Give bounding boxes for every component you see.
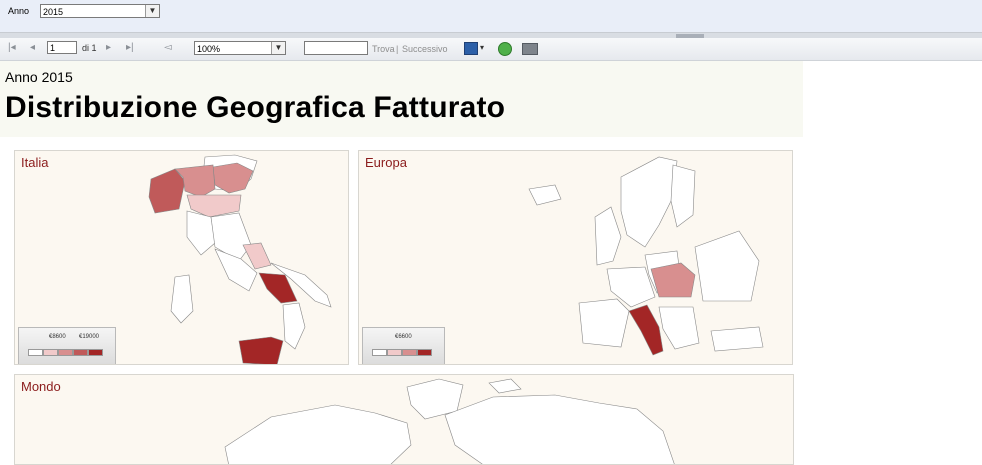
legend-swatch <box>88 349 103 356</box>
next-page-icon[interactable]: ▸ <box>106 42 111 53</box>
previous-page-icon[interactable]: ◂ <box>30 42 35 53</box>
back-to-parent-icon[interactable]: ◅ <box>164 42 172 53</box>
find-separator: | <box>396 44 399 54</box>
chevron-down-icon[interactable]: ▾ <box>480 43 484 52</box>
page-number-value: 1 <box>50 43 56 53</box>
first-page-icon[interactable]: |◂ <box>8 42 16 53</box>
find-next-link[interactable]: Successivo <box>402 44 448 54</box>
legend-swatch <box>372 349 387 356</box>
map-panel-italia: Italia €8600 €19000 <box>14 150 349 365</box>
legend-swatch <box>58 349 73 356</box>
last-page-icon[interactable]: ▸| <box>126 42 134 53</box>
report-subtitle: Anno 2015 <box>5 69 73 85</box>
country-balkans <box>658 306 700 350</box>
legend-swatch <box>28 349 43 356</box>
legend-swatch <box>402 349 417 356</box>
legend-swatch <box>387 349 402 356</box>
country-poland <box>650 262 696 298</box>
country-turkey <box>710 326 764 352</box>
find-text-input[interactable] <box>304 41 368 55</box>
print-icon[interactable] <box>522 43 538 55</box>
zoom-select[interactable]: 100% ▼ <box>194 41 286 55</box>
year-select[interactable]: 2015 ▼ <box>40 4 160 18</box>
legend-italia: €8600 €19000 <box>18 327 116 364</box>
legend-swatch <box>417 349 432 356</box>
legend-swatch <box>43 349 58 356</box>
refresh-icon[interactable] <box>498 42 512 56</box>
country-finland <box>670 164 696 228</box>
report-body: Anno 2015 Distribuzione Geografica Fattu… <box>0 61 803 465</box>
country-east <box>694 230 760 302</box>
region-sicilia <box>238 336 284 364</box>
zoom-value: 100% <box>197 44 221 54</box>
map-panel-mondo: Mondo <box>14 374 794 465</box>
page-count-label: di 1 <box>82 43 97 53</box>
world-map <box>224 378 675 464</box>
legend-europa: €6600 <box>362 327 445 364</box>
parameter-bar: Anno 2015 ▼ <box>0 0 982 32</box>
year-parameter-label: Anno <box>8 6 30 16</box>
country-uk <box>594 206 622 266</box>
find-link[interactable]: Trova <box>372 44 395 54</box>
region-sardegna <box>170 274 194 324</box>
chevron-down-icon[interactable]: ▼ <box>145 5 159 17</box>
export-icon[interactable] <box>464 42 478 55</box>
country-scandinavia <box>620 156 678 248</box>
chevron-down-icon[interactable]: ▼ <box>271 42 285 54</box>
year-select-value: 2015 <box>43 7 64 17</box>
country-italy <box>628 304 664 356</box>
continent-north-america <box>224 404 412 464</box>
legend-italia-low: €8600 <box>49 334 66 340</box>
legend-europa-low: €6600 <box>395 334 412 340</box>
continent-eurasia <box>444 394 675 464</box>
map-panel-europa: Europa €6600 <box>358 150 793 365</box>
island-svalbard <box>488 378 522 394</box>
legend-italia-high: €19000 <box>79 334 100 340</box>
report-title: Distribuzione Geografica Fatturato <box>5 91 506 124</box>
report-toolbar: |◂ ◂ 1 di 1 ▸ ▸| ◅ 100% ▼ Trova | Succes… <box>0 38 982 61</box>
country-iberia <box>578 298 630 348</box>
region-calabria <box>282 302 306 350</box>
country-iceland <box>528 184 562 206</box>
page-number-input[interactable]: 1 <box>47 41 77 54</box>
legend-swatch <box>73 349 88 356</box>
report-header: Anno 2015 Distribuzione Geografica Fattu… <box>0 61 803 137</box>
region-piemonte <box>148 168 186 214</box>
